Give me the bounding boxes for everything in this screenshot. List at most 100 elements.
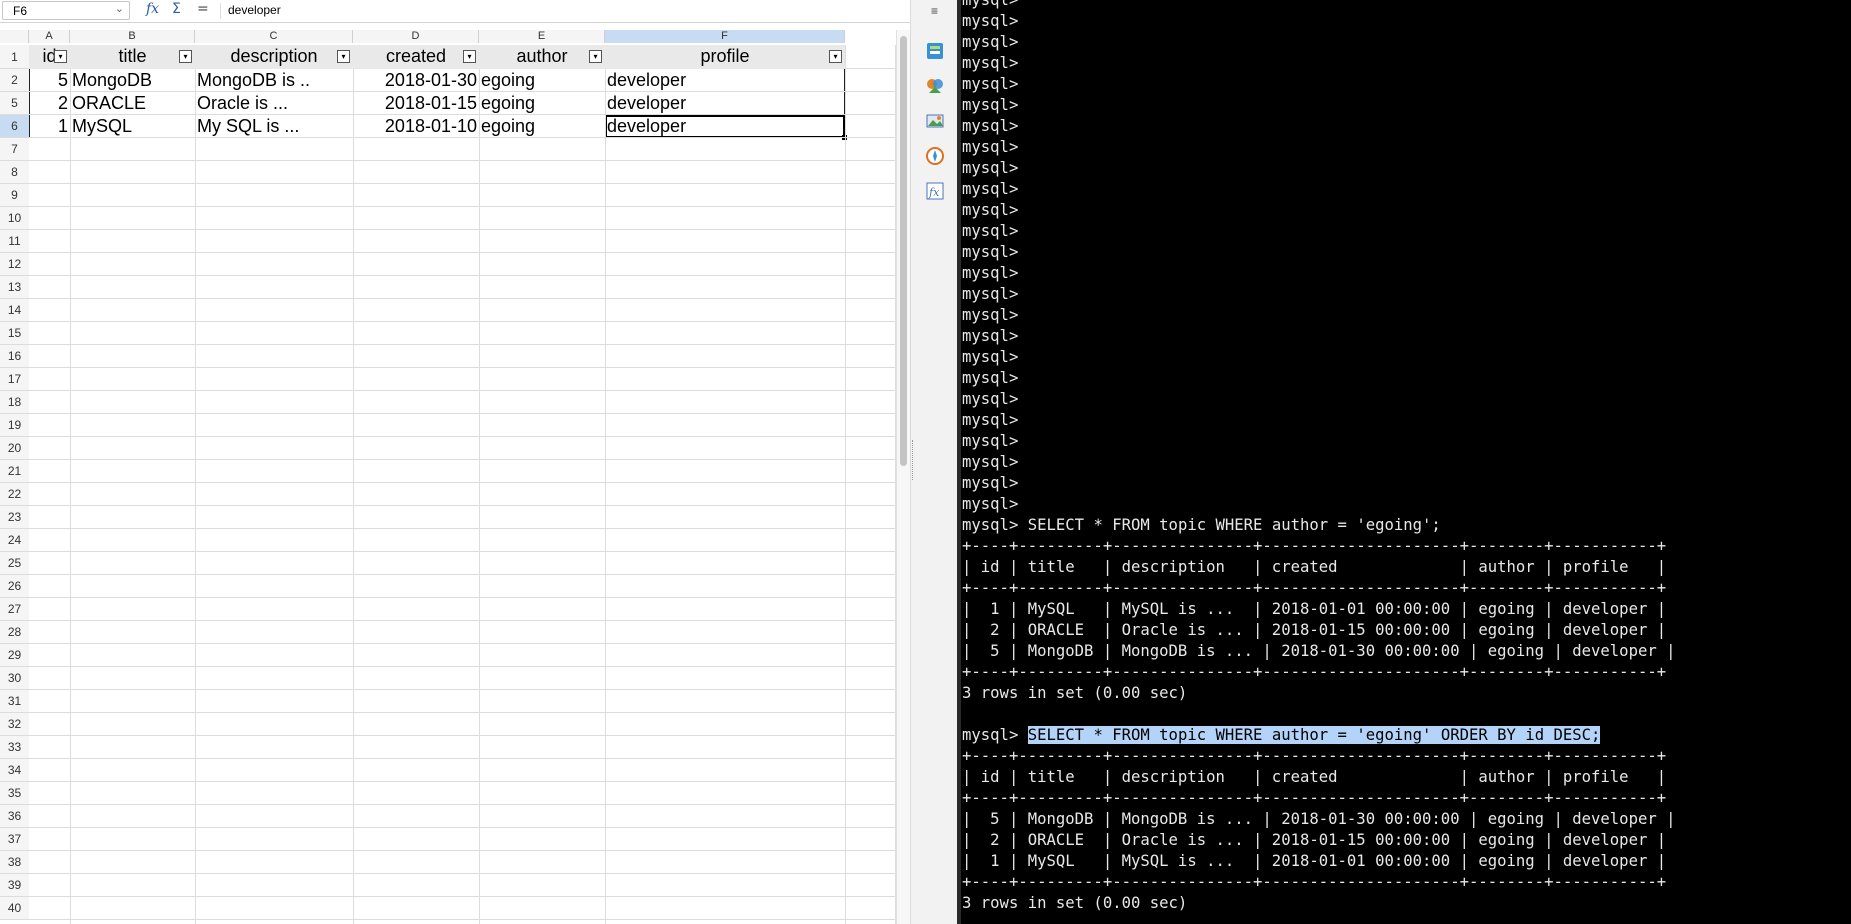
table-cell[interactable]: developer — [605, 69, 845, 92]
row-header-15[interactable]: 15 — [0, 322, 29, 345]
table-cell[interactable]: egoing — [479, 69, 605, 92]
styles-icon[interactable] — [924, 75, 946, 97]
row-header-11[interactable]: 11 — [0, 230, 29, 253]
vertical-scrollbar[interactable] — [896, 30, 910, 924]
scrollbar-thumb[interactable] — [900, 36, 907, 466]
table-cell[interactable]: MongoDB is .. — [195, 69, 353, 92]
row-header-30[interactable]: 30 — [0, 667, 29, 690]
header-cell-description[interactable]: description — [195, 45, 353, 69]
row-header-27[interactable]: 27 — [0, 598, 29, 621]
row-header-7[interactable]: 7 — [0, 138, 29, 161]
navigator-icon[interactable] — [924, 145, 946, 167]
chevron-down-icon[interactable]: ⌄ — [115, 2, 124, 15]
row-header-18[interactable]: 18 — [0, 391, 29, 414]
row-header-12[interactable]: 12 — [0, 253, 29, 276]
formula-input[interactable]: developer — [228, 3, 281, 17]
gallery-icon[interactable] — [924, 110, 946, 132]
row-header-31[interactable]: 31 — [0, 690, 29, 713]
table-cell[interactable]: 2018-01-15 — [353, 92, 479, 115]
row-header-14[interactable]: 14 — [0, 299, 29, 322]
header-cell-profile[interactable]: profile — [605, 45, 845, 69]
column-header-d[interactable]: D — [353, 30, 479, 43]
row-gridline — [29, 597, 895, 598]
row-header-9[interactable]: 9 — [0, 184, 29, 207]
column-header-f[interactable]: F — [605, 30, 845, 43]
row-header-37[interactable]: 37 — [0, 828, 29, 851]
header-cell-title[interactable]: title — [70, 45, 195, 69]
hamburger-icon[interactable]: ≡ — [931, 4, 938, 18]
row-header-10[interactable]: 10 — [0, 207, 29, 230]
row-header-39[interactable]: 39 — [0, 874, 29, 897]
row-header-8[interactable]: 8 — [0, 161, 29, 184]
row-header-2[interactable]: 2 — [0, 69, 29, 92]
table-cell[interactable]: developer — [605, 115, 845, 138]
table-cell[interactable]: 2018-01-30 — [353, 69, 479, 92]
filter-dropdown-icon[interactable]: ▾ — [54, 50, 67, 63]
row-header-19[interactable]: 19 — [0, 414, 29, 437]
table-cell[interactable]: MySQL — [70, 115, 195, 138]
row-header-40[interactable]: 40 — [0, 897, 29, 920]
row-header-29[interactable]: 29 — [0, 644, 29, 667]
cell-grid[interactable]: id ▾ title ▾ description ▾ created ▾ author ▾ prof… — [29, 45, 896, 924]
table-cell[interactable]: 2 — [29, 92, 70, 115]
column-header-a[interactable]: A — [29, 30, 70, 43]
terminal-prompt-line: mysql> — [962, 75, 1019, 93]
table-cell[interactable]: My SQL is ... — [195, 115, 353, 138]
functions-icon[interactable]: fx — [924, 180, 946, 202]
column-header-b[interactable]: B — [70, 30, 195, 43]
row-header-38[interactable]: 38 — [0, 851, 29, 874]
row-header-32[interactable]: 32 — [0, 713, 29, 736]
row-header-26[interactable]: 26 — [0, 575, 29, 598]
row-header-17[interactable]: 17 — [0, 368, 29, 391]
header-cell-created[interactable]: created — [353, 45, 479, 69]
row-header-22[interactable]: 22 — [0, 483, 29, 506]
table-cell[interactable]: egoing — [479, 115, 605, 138]
filter-dropdown-icon[interactable]: ▾ — [337, 50, 350, 63]
name-box[interactable]: F6 ⌄ — [2, 1, 130, 20]
row-header-13[interactable]: 13 — [0, 276, 29, 299]
properties-icon[interactable] — [924, 40, 946, 62]
row-header-34[interactable]: 34 — [0, 759, 29, 782]
table-cell[interactable]: 2018-01-10 — [353, 115, 479, 138]
selected-query-text[interactable]: SELECT * FROM topic WHERE author = 'egoi… — [1027, 726, 1601, 744]
header-cell-author[interactable]: author — [479, 45, 605, 69]
row-gridline — [29, 643, 895, 644]
row-header-24[interactable]: 24 — [0, 529, 29, 552]
filter-dropdown-icon[interactable]: ▾ — [589, 50, 602, 63]
row-header-25[interactable]: 25 — [0, 552, 29, 575]
row-header-1[interactable]: 1 — [0, 45, 29, 69]
terminal-prompt-line: mysql> — [962, 495, 1019, 513]
svg-text:fx: fx — [928, 186, 940, 199]
row-header-28[interactable]: 28 — [0, 621, 29, 644]
row-header-35[interactable]: 35 — [0, 782, 29, 805]
table-cell[interactable]: 1 — [29, 115, 70, 138]
column-headers: ABCDEF — [0, 30, 900, 43]
table-cell[interactable]: developer — [605, 92, 845, 115]
row-header-5[interactable]: 5 — [0, 92, 29, 115]
terminal-prompt-line: mysql> — [962, 54, 1019, 72]
row-header-23[interactable]: 23 — [0, 506, 29, 529]
row-header-6[interactable]: 6 — [0, 115, 29, 138]
filter-dropdown-icon[interactable]: ▾ — [179, 50, 192, 63]
row-header-20[interactable]: 20 — [0, 437, 29, 460]
table-cell[interactable]: 5 — [29, 69, 70, 92]
row-header-21[interactable]: 21 — [0, 460, 29, 483]
function-wizard-icon[interactable]: fx — [146, 1, 159, 17]
row-header-33[interactable]: 33 — [0, 736, 29, 759]
table-cell[interactable]: Oracle is ... — [195, 92, 353, 115]
terminal-prompt-line: mysql> — [962, 159, 1019, 177]
row-header-16[interactable]: 16 — [0, 345, 29, 368]
terminal-prompt: mysql> — [962, 726, 1019, 744]
column-header-e[interactable]: E — [479, 30, 605, 43]
sum-icon[interactable]: Σ — [172, 1, 181, 17]
filter-dropdown-icon[interactable]: ▾ — [463, 50, 476, 63]
table-cell[interactable]: MongoDB — [70, 69, 195, 92]
filter-dropdown-icon[interactable]: ▾ — [829, 50, 842, 63]
deck-resize-handle[interactable] — [912, 440, 915, 480]
table-cell[interactable]: egoing — [479, 92, 605, 115]
column-header-c[interactable]: C — [195, 30, 353, 43]
row-header-36[interactable]: 36 — [0, 805, 29, 828]
formula-equals-icon[interactable]: = — [197, 1, 209, 17]
table-cell[interactable]: ORACLE — [70, 92, 195, 115]
terminal-window[interactable]: mysql> mysql> mysql> mysql> mysql> mysql… — [957, 0, 1851, 924]
